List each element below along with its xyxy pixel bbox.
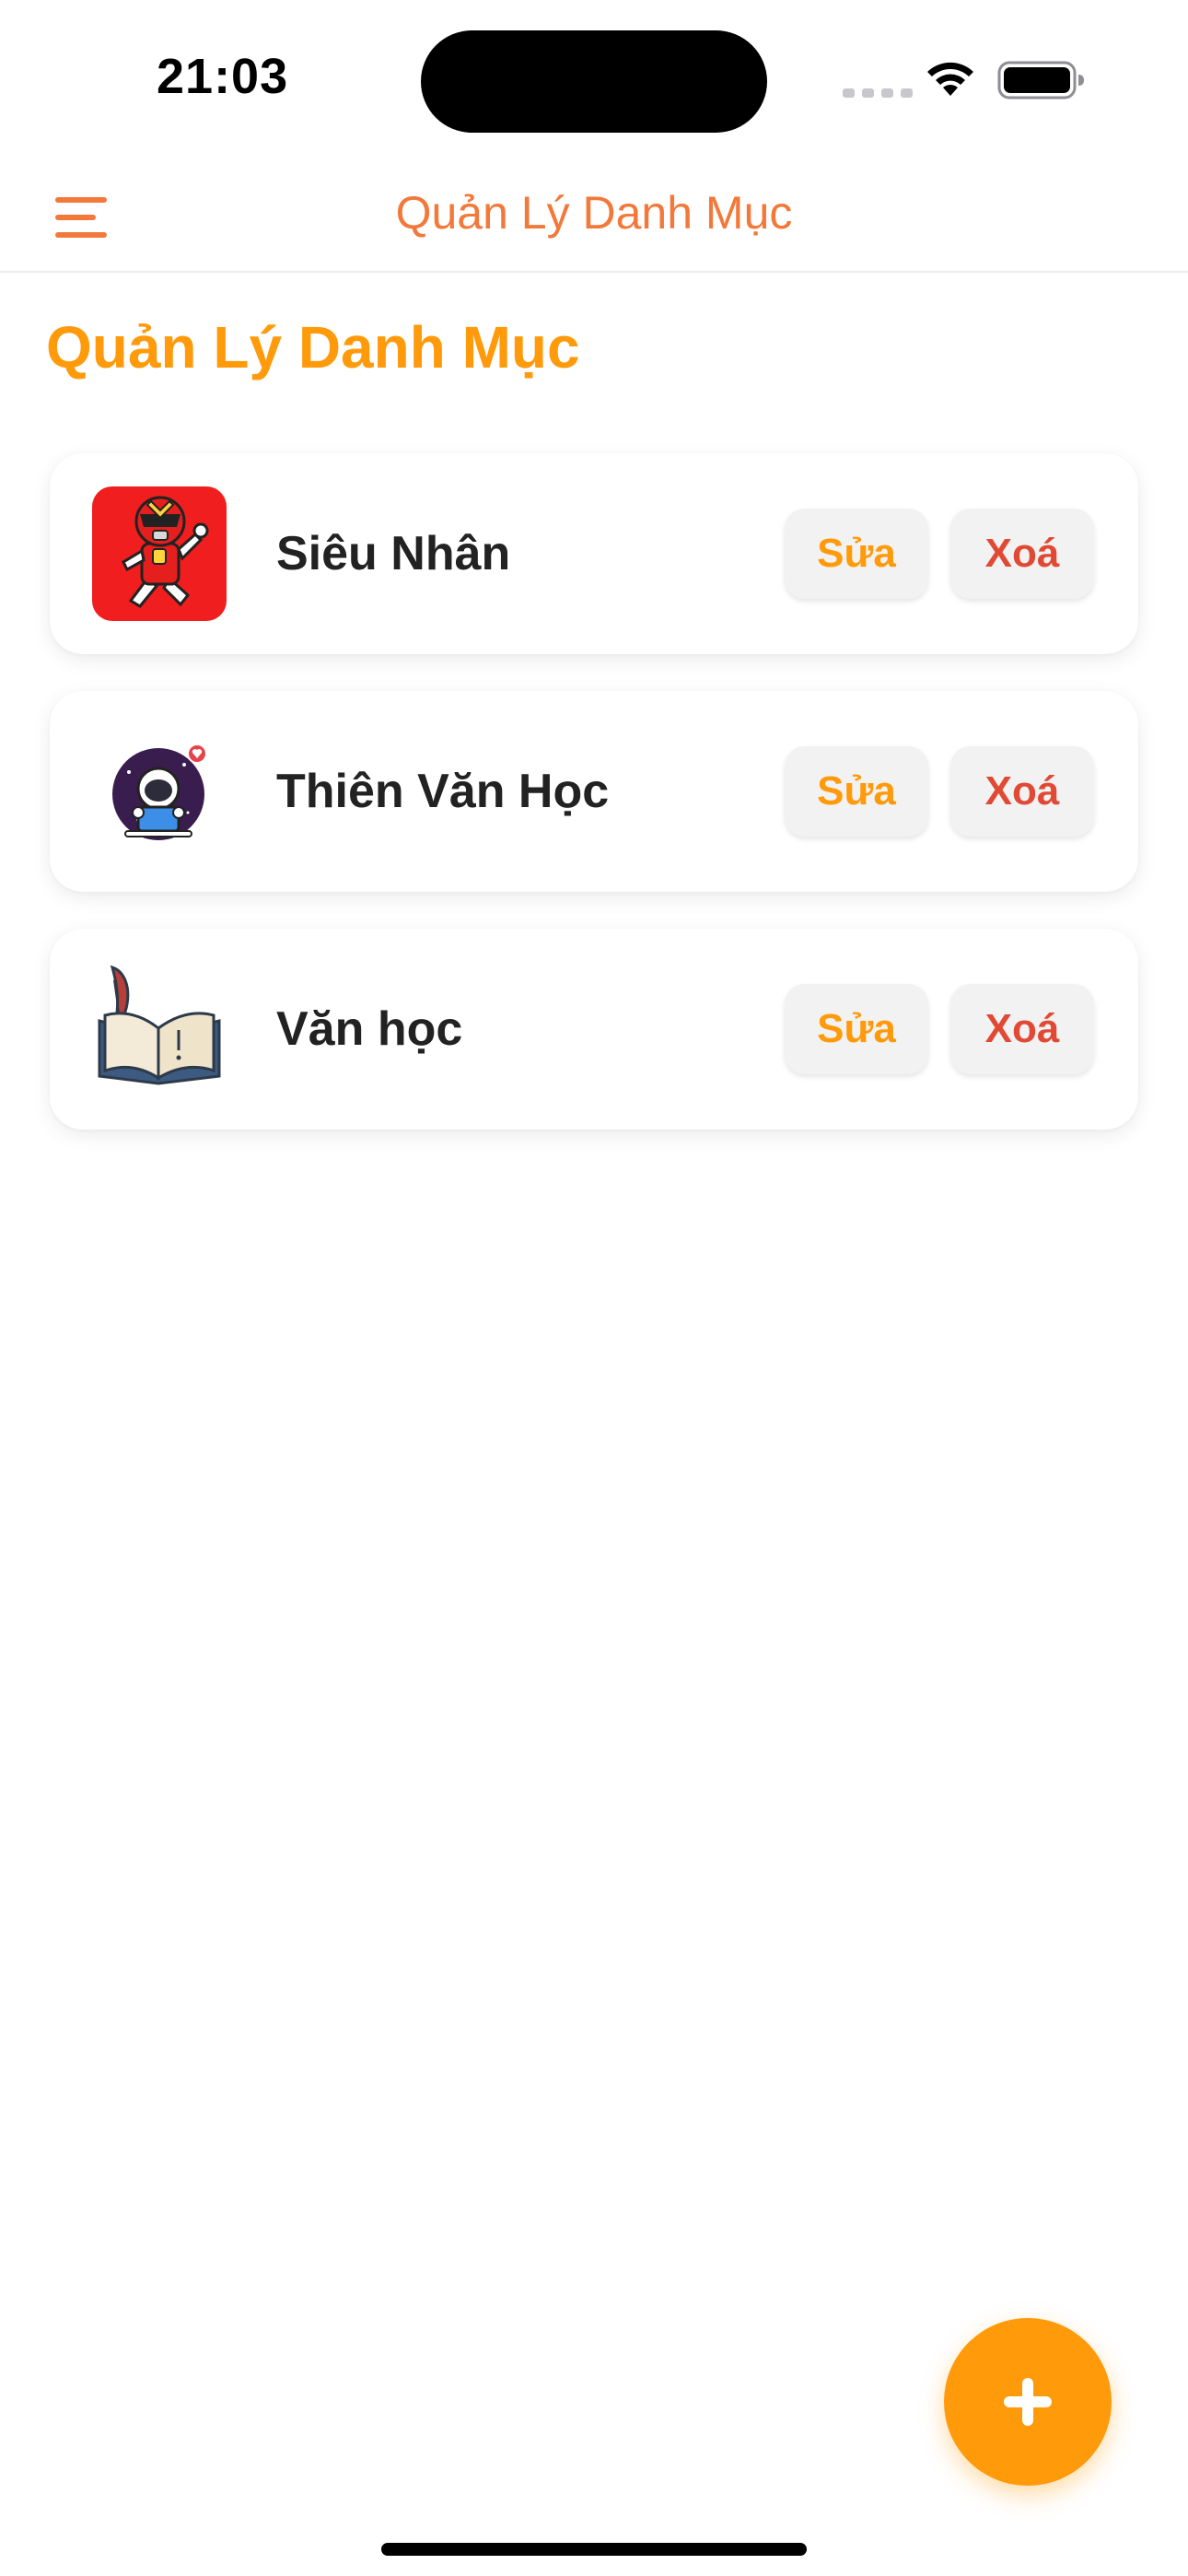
wifi-icon [927,62,973,96]
category-name: Siêu Nhân [276,527,511,580]
power-ranger-thumbnail [92,486,227,621]
edit-button[interactable]: Sửa [785,509,928,599]
category-card[interactable]: Văn học Sửa Xoá [50,929,1138,1130]
delete-button[interactable]: Xoá [950,746,1094,837]
navigation-bar: Quản Lý Danh Mục [0,166,1188,273]
category-card[interactable]: Thiên Văn Học Sửa Xoá [50,691,1138,892]
delete-button[interactable]: Xoá [950,984,1094,1074]
open-book-quill-thumbnail [92,962,227,1096]
delete-button[interactable]: Xoá [950,509,1094,599]
battery-icon [997,61,1084,100]
category-name: Văn học [276,1002,463,1056]
edit-button[interactable]: Sửa [785,984,928,1074]
dynamic-island [421,30,767,133]
category-management-screen: 21:03 Quản Lý Danh Mục Quản Lý Danh Mục [0,0,1188,2576]
category-name: Thiên Văn Học [276,765,610,818]
page-title: Quản Lý Danh Mục [46,314,580,381]
home-indicator[interactable] [381,2543,807,2556]
cellular-signal-icon [843,88,913,98]
edit-button[interactable]: Sửa [785,746,928,837]
category-card[interactable]: Siêu Nhân Sửa Xoá [50,453,1138,654]
astronaut-thumbnail [92,724,227,859]
add-category-button[interactable] [944,2318,1112,2486]
nav-title: Quản Lý Danh Mục [395,187,793,239]
status-time: 21:03 [157,49,289,104]
plus-icon [1004,2378,1052,2426]
